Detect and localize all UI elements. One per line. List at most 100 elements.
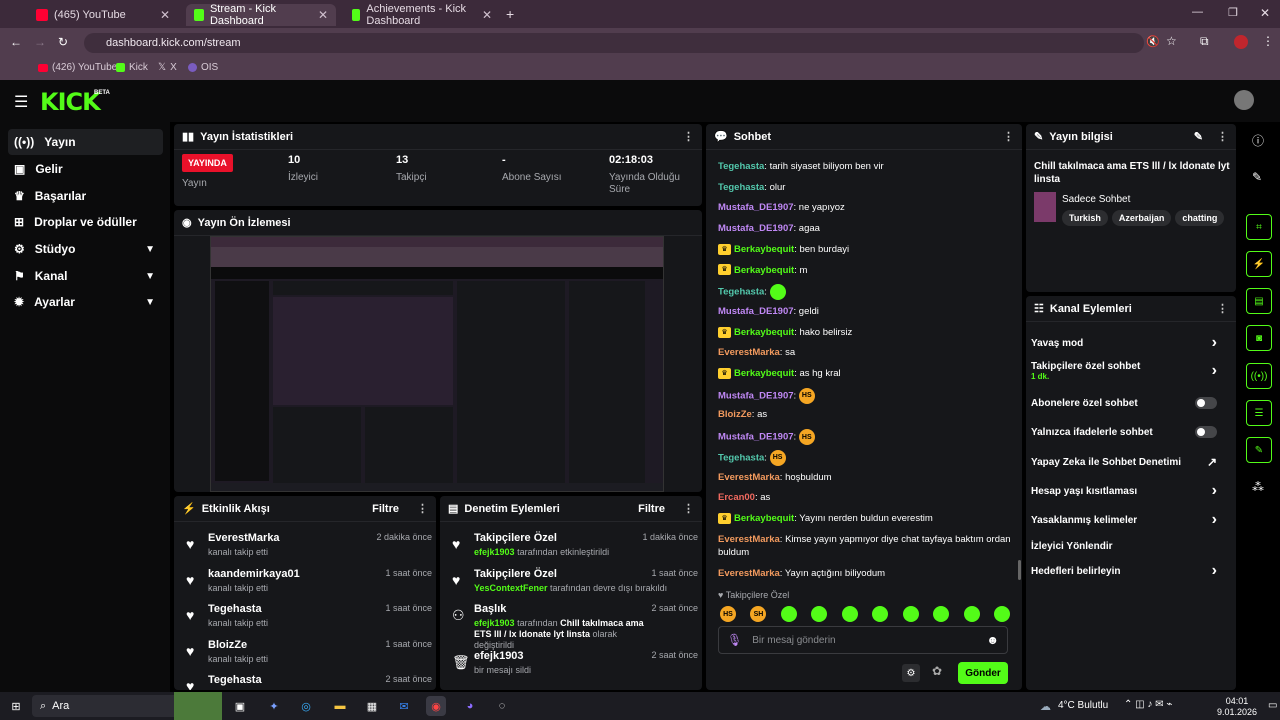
sidebar-item-kanal[interactable]: ⚑ Kanal ▼ (8, 263, 163, 289)
activity-user[interactable]: kaandemirkaya01 (208, 568, 300, 580)
task-view-icon[interactable]: ▣ (230, 696, 250, 716)
kick-logo[interactable]: KICK (40, 88, 101, 116)
windows-start-icon[interactable]: ⊞ (6, 696, 26, 716)
activity-user[interactable]: EverestMarka (208, 532, 280, 544)
rail-button-stack[interactable]: ☰ (1246, 400, 1272, 426)
maximize-icon[interactable]: ❐ (1228, 6, 1238, 19)
sidebar-item-studyo[interactable]: ⚙ Stüdyo ▼ (8, 236, 163, 262)
bookmark-ois[interactable]: OIS (188, 62, 218, 73)
more-options-icon[interactable]: ⋮ (417, 502, 428, 515)
clock-date[interactable]: 9.01.2026 (1208, 707, 1266, 717)
filter-button[interactable]: Filtre (372, 503, 399, 515)
more-options-icon[interactable]: ⋮ (683, 130, 694, 143)
notification-icon[interactable]: ▭ (1268, 700, 1277, 711)
sidebar-item-droplar[interactable]: ⊞ Droplar ve ödüller (8, 209, 163, 235)
discord-icon[interactable]: ◕ (460, 696, 480, 716)
chat-username[interactable]: Tegehasta (718, 452, 764, 463)
chat-username[interactable]: Tegehasta (718, 182, 764, 193)
window-close-icon[interactable]: ✕ (1260, 6, 1270, 20)
activity-user[interactable]: Tegehasta (208, 674, 262, 686)
file-explorer-icon[interactable]: ▬ (330, 696, 350, 716)
hamburger-menu-icon[interactable]: ☰ (14, 92, 28, 112)
chat-username[interactable]: BloizZe (718, 409, 752, 420)
mail-icon[interactable]: ✉ (394, 696, 414, 716)
gift-icon[interactable]: ✿ (932, 664, 942, 678)
tab-youtube[interactable]: (465) YouTube ✕ (28, 4, 178, 26)
chat-settings-icon[interactable]: ⚙ (902, 664, 920, 682)
emote-picker-icon[interactable]: SH (750, 606, 767, 622)
chrome-icon[interactable]: ◉ (426, 696, 446, 716)
minimize-icon[interactable]: — (1192, 6, 1203, 18)
chat-username[interactable]: Berkaybequit (734, 244, 794, 255)
tag[interactable]: Azerbaijan (1111, 210, 1172, 226)
emote-picker-icon[interactable] (841, 606, 858, 622)
bookmark-youtube[interactable]: (426) YouTube (38, 62, 117, 73)
chat-username[interactable]: Berkaybequit (734, 368, 794, 379)
channel-action-item[interactable]: Hesap yaşı kısıtlaması › (1031, 482, 1217, 500)
chat-username[interactable]: Mustafa_DE1907 (718, 306, 794, 317)
tag[interactable]: Turkish (1062, 210, 1108, 226)
rail-button-chat[interactable]: ◙ (1246, 325, 1272, 351)
close-icon[interactable]: ✕ (318, 8, 328, 22)
chat-username[interactable]: Mustafa_DE1907 (718, 390, 794, 401)
rail-button-broadcast[interactable]: ((•)) (1246, 363, 1272, 389)
obs-icon[interactable]: ◌ (492, 696, 512, 716)
chat-username[interactable]: Mustafa_DE1907 (718, 223, 794, 234)
channel-action-item[interactable]: Yasaklanmış kelimeler › (1031, 511, 1217, 529)
chat-username[interactable]: Mustafa_DE1907 (718, 202, 794, 213)
more-options-icon[interactable]: ⋮ (1003, 130, 1014, 143)
weather-text[interactable]: 4°C Bulutlu (1058, 700, 1108, 711)
category-name[interactable]: Sadece Sohbet (1062, 194, 1130, 205)
sidebar-item-yayin[interactable]: ((•)) Yayın (8, 129, 163, 155)
tray-icons[interactable]: ⌃ ◫ ♪ ✉ ⌁ (1124, 699, 1172, 710)
new-tab-icon[interactable]: + (506, 6, 514, 22)
emote-picker-icon[interactable]: HS (720, 606, 736, 622)
tag[interactable]: chatting (1175, 210, 1225, 226)
emote-picker-icon[interactable] (780, 606, 797, 622)
chat-input[interactable]: 🎙 Bir mesaj gönderin ☻ (718, 626, 1008, 654)
toggle-switch[interactable] (1195, 397, 1217, 409)
channel-action-item[interactable]: İzleyici Yönlendir (1031, 537, 1217, 555)
pencil-icon[interactable]: ✎ (1252, 170, 1262, 184)
chat-username[interactable]: EverestMarka (718, 472, 780, 483)
bookmark-x[interactable]: 𝕏X (158, 62, 177, 73)
chat-scrollbar[interactable] (1018, 560, 1021, 580)
chat-username[interactable]: EverestMarka (718, 568, 780, 579)
microphone-icon[interactable]: 🎙 (727, 633, 742, 647)
more-options-icon[interactable]: ⋮ (683, 502, 694, 515)
tab-achievements[interactable]: Achievements - Kick Dashboard ✕ (344, 3, 500, 27)
profile-avatar[interactable] (1234, 35, 1248, 49)
send-button[interactable]: Gönder (958, 662, 1008, 684)
rail-button-document[interactable]: ▤ (1246, 288, 1272, 314)
moderation-actor[interactable]: efejk1903 (474, 547, 515, 557)
bookmark-kick[interactable]: Kick (116, 62, 148, 73)
chat-username[interactable]: Berkaybequit (734, 265, 794, 276)
pencil-icon[interactable]: ✎ (1194, 130, 1203, 143)
chat-username[interactable]: Tegehasta (718, 161, 764, 172)
menu-icon[interactable]: ⋮ (1262, 34, 1274, 48)
moderation-actor[interactable]: efejk1903 (474, 618, 515, 628)
filter-button[interactable]: Filtre (638, 503, 665, 515)
sidebar-item-gelir[interactable]: ▣ Gelir (8, 156, 163, 182)
toggle-switch[interactable] (1195, 426, 1217, 438)
store-icon[interactable]: ▦ (362, 696, 382, 716)
activity-user[interactable]: BloizZe (208, 639, 247, 651)
bookmark-star-icon[interactable]: ☆ (1166, 34, 1177, 48)
edge-icon[interactable]: ◎ (296, 696, 316, 716)
rail-button-scan[interactable]: ⌗ (1246, 214, 1272, 240)
reload-icon[interactable]: ↻ (58, 35, 68, 49)
chat-username[interactable]: EverestMarka (718, 534, 780, 545)
emoji-icon[interactable]: ☻ (986, 633, 999, 647)
emote-picker-icon[interactable] (963, 606, 980, 622)
chat-username[interactable]: Ercan00 (718, 492, 755, 503)
chat-username[interactable]: Berkaybequit (734, 513, 794, 524)
chat-username[interactable]: Berkaybequit (734, 327, 794, 338)
info-icon[interactable]: ⓘ (1252, 132, 1264, 149)
chat-username[interactable]: Tegehasta (718, 287, 764, 298)
emote-picker-icon[interactable] (993, 606, 1010, 622)
moderation-title[interactable]: efejk1903 (474, 650, 524, 662)
chat-username[interactable]: EverestMarka (718, 347, 780, 358)
sidebar-item-basarilar[interactable]: ♛ Başarılar (8, 183, 163, 209)
clock-time[interactable]: 04:01 (1212, 696, 1262, 706)
forward-icon[interactable]: → (34, 35, 46, 49)
